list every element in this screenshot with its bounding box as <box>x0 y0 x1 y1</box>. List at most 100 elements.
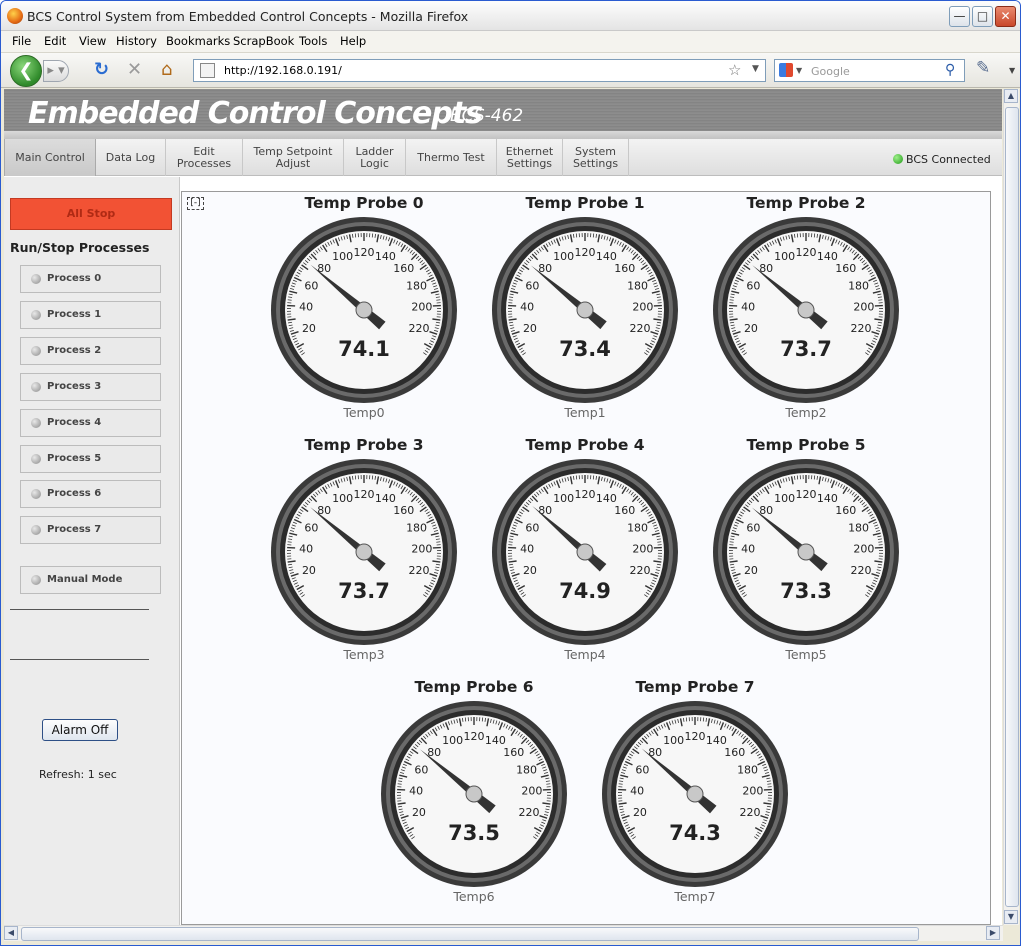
tab-data-log[interactable]: Data Log <box>96 139 166 176</box>
gauge-tick-label: 160 <box>835 262 856 275</box>
process-led-icon <box>31 346 41 356</box>
gauge-tick-label: 200 <box>632 301 653 314</box>
scroll-left-icon[interactable]: ◀ <box>4 926 18 940</box>
search-input[interactable]: Google <box>811 65 850 78</box>
tab-system-settings[interactable]: System Settings <box>563 139 629 176</box>
menu-file[interactable]: File <box>12 34 31 48</box>
gauge-tick-label: 40 <box>299 301 313 314</box>
search-bar[interactable]: ▼ Google ⚲ <box>774 59 965 82</box>
process-label: Process 2 <box>47 345 102 356</box>
reload-icon[interactable]: ↻ <box>94 61 109 79</box>
address-url: http://192.168.0.191/ <box>224 64 342 77</box>
close-window-button[interactable]: ✕ <box>995 6 1016 27</box>
google-engine-icon[interactable] <box>779 63 793 77</box>
menu-bookmarks[interactable]: Bookmarks <box>166 34 230 48</box>
menu-scrapbook[interactable]: ScrapBook <box>233 34 294 48</box>
scrapbook-icon[interactable]: ✎ <box>976 59 990 77</box>
process-button-7[interactable]: Process 7 <box>20 516 161 544</box>
process-button-4[interactable]: Process 4 <box>20 409 161 437</box>
process-button-0[interactable]: Process 0 <box>20 265 161 293</box>
manual-mode-button[interactable]: Manual Mode <box>20 566 161 594</box>
address-bar[interactable]: http://192.168.0.191/ ☆ ▼ <box>193 59 766 82</box>
gauge-tick-label: 60 <box>746 521 760 534</box>
gauge-tick-label: 100 <box>442 734 463 747</box>
process-label: Process 7 <box>47 524 102 535</box>
temperature-gauge: 20406080100 120 14016018020022073.5 <box>381 701 567 887</box>
process-button-3[interactable]: Process 3 <box>20 373 161 401</box>
all-stop-button[interactable]: All Stop <box>10 198 172 230</box>
process-led-icon <box>31 525 41 535</box>
gauge-tick-label: 20 <box>523 322 537 335</box>
probe-title: Temp Probe 3 <box>304 436 424 454</box>
gauge-tick-label: 180 <box>627 521 648 534</box>
process-label: Process 6 <box>47 488 102 499</box>
collapse-toggle[interactable]: [-] <box>187 197 204 210</box>
process-label: Process 0 <box>47 273 102 284</box>
gauge-tick-label: 20 <box>744 322 758 335</box>
url-dropdown-icon[interactable]: ▼ <box>752 64 759 74</box>
stop-icon[interactable]: ✕ <box>127 61 142 79</box>
gauge-value: 74.1 <box>338 337 390 361</box>
horizontal-scrollbar[interactable]: ◀ ▶ <box>4 925 1003 941</box>
tab-ladder-logic[interactable]: Ladder Logic <box>344 139 406 176</box>
back-button[interactable]: ❮ <box>10 55 42 87</box>
menu-help[interactable]: Help <box>340 34 366 48</box>
tab-temp-setpoint-adjust[interactable]: Temp Setpoint Adjust <box>243 139 344 176</box>
menu-edit[interactable]: Edit <box>44 34 66 48</box>
menu-history[interactable]: History <box>116 34 157 48</box>
gauge-tick-label: 200 <box>742 785 763 798</box>
vertical-scroll-thumb[interactable] <box>1005 107 1019 907</box>
search-icon[interactable]: ⚲ <box>945 62 955 78</box>
alarm-off-button[interactable]: Alarm Off <box>42 719 118 741</box>
menu-tools[interactable]: Tools <box>299 34 327 48</box>
gauge-tick-label: 40 <box>409 785 423 798</box>
tab-edit-processes[interactable]: Edit Processes <box>166 139 243 176</box>
tab-thermo-test[interactable]: Thermo Test <box>406 139 497 176</box>
gauge-tick-label: 160 <box>614 504 635 517</box>
header-banner: Embedded Control Concepts BCS-462 <box>4 89 1002 139</box>
maximize-button[interactable]: □ <box>972 6 993 27</box>
site-identity-icon[interactable] <box>200 63 215 78</box>
gauge-tick-label: 220 <box>851 564 872 577</box>
gauge-tick-label: 160 <box>503 746 524 759</box>
scroll-right-icon[interactable]: ▶ <box>986 926 1000 940</box>
gauge-tick-label: 60 <box>304 521 318 534</box>
horizontal-scroll-thumb[interactable] <box>21 927 919 941</box>
home-icon[interactable]: ⌂ <box>161 61 172 79</box>
process-button-6[interactable]: Process 6 <box>20 480 161 508</box>
gauge-tick-label: 100 <box>332 492 353 505</box>
gauge-tick-label: 180 <box>516 763 537 776</box>
process-button-5[interactable]: Process 5 <box>20 445 161 473</box>
gauge-tick-label: 40 <box>741 543 755 556</box>
process-button-2[interactable]: Process 2 <box>20 337 161 365</box>
gauge-tick-label: 200 <box>411 543 432 556</box>
forward-button[interactable]: ▸ ▾ <box>43 60 69 82</box>
bookmark-star-icon[interactable]: ☆ <box>728 61 741 79</box>
temperature-gauge: 20406080100 120 14016018020022074.1 <box>271 217 457 403</box>
probe-name: Temp3 <box>343 647 385 662</box>
refresh-rate: Refresh: 1 sec <box>39 768 117 781</box>
gauge-tick-label: 120 <box>685 730 706 743</box>
gauge-tick-label: 160 <box>393 262 414 275</box>
vertical-scrollbar[interactable]: ▲ ▼ <box>1003 89 1019 925</box>
tab-ethernet-settings[interactable]: Ethernet Settings <box>497 139 563 176</box>
gauge-tick-label: 220 <box>409 564 430 577</box>
gauge-tick-label: 60 <box>525 521 539 534</box>
manual-mode-label: Manual Mode <box>47 574 123 585</box>
scroll-up-icon[interactable]: ▲ <box>1004 89 1018 103</box>
engine-dropdown-icon[interactable]: ▼ <box>796 66 802 75</box>
process-button-1[interactable]: Process 1 <box>20 301 161 329</box>
banner-bottom-stripe <box>4 131 1002 139</box>
gauge-value: 73.4 <box>559 337 611 361</box>
gauge-tick-label: 220 <box>409 322 430 335</box>
process-label: Process 4 <box>47 417 102 428</box>
web-page: Embedded Control Concepts BCS-462 Main C… <box>4 89 1002 925</box>
probe-title: Temp Probe 5 <box>746 436 866 454</box>
gauge-tick-label: 160 <box>835 504 856 517</box>
scroll-down-icon[interactable]: ▼ <box>1004 910 1018 924</box>
tab-main-control[interactable]: Main Control <box>4 139 96 176</box>
minimize-button[interactable]: — <box>949 6 970 27</box>
toolbar-overflow-icon[interactable]: ▼ <box>1009 66 1015 75</box>
menu-view[interactable]: View <box>79 34 106 48</box>
gauge-tick-label: 120 <box>796 246 817 259</box>
